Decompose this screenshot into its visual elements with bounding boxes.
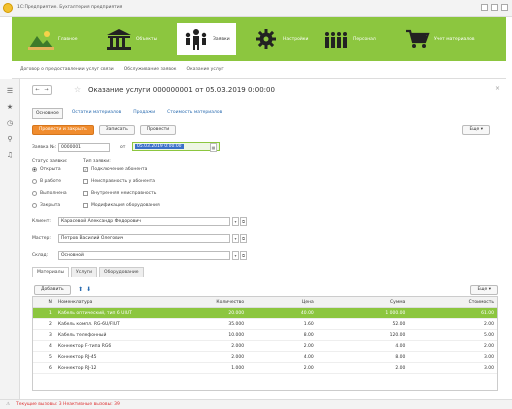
favorites-star-icon[interactable]: ★ xyxy=(6,103,14,111)
document-form: ← → ☆ Оказание услуги 000000001 от 05.03… xyxy=(24,79,506,399)
page-title: Оказание услуги 000000001 от 05.03.2019 … xyxy=(88,86,275,94)
master-field[interactable]: Петров Василий Олегович xyxy=(58,234,230,243)
client-dropdown-icon[interactable]: ▾ xyxy=(232,217,239,226)
team-icon xyxy=(323,28,349,50)
app-logo-icon xyxy=(3,3,13,13)
tab-services[interactable]: Услуги xyxy=(71,267,98,277)
master-label: Мастер: xyxy=(32,236,51,241)
move-down-icon[interactable]: ⬇ xyxy=(86,286,91,293)
table-header: N Номенклатура Количество Цена Сумма Сто… xyxy=(33,297,497,308)
section-link-cost[interactable]: Стоимость материалов xyxy=(164,108,225,119)
column-header[interactable]: Цена xyxy=(247,297,317,307)
column-header[interactable]: N xyxy=(33,297,55,307)
type-checkbox-upgrade[interactable]: Модификация оборудования xyxy=(83,203,160,208)
column-header[interactable]: Стоимость xyxy=(408,297,497,307)
post-and-close-button[interactable]: Провести и закрыть xyxy=(32,125,94,135)
breadcrumb-item[interactable]: Договор о предоставлении услуг связи xyxy=(20,67,114,72)
ribbon-item-requests[interactable]: Заявки xyxy=(177,23,236,55)
client-open-icon[interactable]: ⧉ xyxy=(240,217,247,226)
breadcrumb-item[interactable]: Оказание услуг xyxy=(186,67,223,72)
more-button[interactable]: Еще ▾ xyxy=(462,125,490,135)
status-text[interactable]: Текущие вызовы: 3 Неактивные вызовы: 39 xyxy=(16,402,120,407)
table-row[interactable]: 6 Коннектор RJ-12 1.000 2.00 2.00 3.00 xyxy=(33,363,497,374)
date-label: от xyxy=(120,145,126,150)
ribbon-item-objects[interactable]: Объекты xyxy=(100,23,163,55)
nav-arrows: ← → xyxy=(32,85,52,95)
forward-arrow-icon[interactable]: → xyxy=(44,87,48,93)
type-checkbox-connect[interactable]: ✓ Подключение абонента xyxy=(83,167,147,172)
column-header[interactable]: Номенклатура xyxy=(55,297,153,307)
building-icon xyxy=(106,28,132,50)
landscape-icon xyxy=(28,28,54,50)
ribbon-item-main[interactable]: Главное xyxy=(22,23,84,55)
section-link-stock[interactable]: Остатки материалов xyxy=(69,108,124,119)
move-up-icon[interactable]: ⬆ xyxy=(78,286,83,293)
date-field[interactable]: 05.03.2019 0:00:00 xyxy=(132,142,220,151)
status-radio-closed[interactable]: Закрыта xyxy=(32,203,60,208)
window-title: 1С:Предприятие. Бухгалтерия предприятия xyxy=(17,5,123,10)
type-checkbox-internal-fault[interactable]: Внутренняя неисправность xyxy=(83,191,156,196)
breadcrumb-item[interactable]: Обслуживание заявок xyxy=(124,67,177,72)
number-field[interactable]: 0000001 xyxy=(58,143,110,152)
post-button[interactable]: Провести xyxy=(139,125,177,135)
status-radio-inwork[interactable]: В работе xyxy=(32,179,61,184)
column-header[interactable]: Количество xyxy=(153,297,248,307)
column-header[interactable]: Сумма xyxy=(317,297,409,307)
warning-icon[interactable]: ⚠ xyxy=(6,402,10,407)
window-controls xyxy=(481,4,508,11)
section-link-main[interactable]: Основное xyxy=(32,108,63,119)
section-ribbon: Главное Объекты Заявки Настройки Персона… xyxy=(12,17,506,61)
client-field[interactable]: Карасевой Александр Федорович xyxy=(58,217,230,226)
tab-equipment[interactable]: Оборудование xyxy=(99,267,144,277)
bell-icon[interactable]: ♫ xyxy=(6,151,14,159)
warehouse-open-icon[interactable]: ⧉ xyxy=(240,251,247,260)
people-icon xyxy=(183,28,209,50)
left-toolbar: ☰ ★ ◷ ⚲ ♫ xyxy=(0,79,20,399)
close-icon[interactable] xyxy=(501,4,508,11)
form-close-icon[interactable]: × xyxy=(495,85,500,92)
table-row[interactable]: 1 Кабель оптический, тип 6 UIUT 20.000 40.0… xyxy=(33,308,497,319)
status-radio-done[interactable]: Выполнена xyxy=(32,191,67,196)
cart-icon xyxy=(404,28,430,50)
status-label: Статус заявки: xyxy=(32,159,68,164)
favorite-star-icon[interactable]: ☆ xyxy=(74,85,81,94)
add-row-button[interactable]: Добавить xyxy=(34,285,71,295)
warehouse-field[interactable]: Основной xyxy=(58,251,230,260)
table-row[interactable]: 4 Коннектор F-типа RG6 2.000 2.00 4.00 2.00 xyxy=(33,341,497,352)
gear-icon xyxy=(253,28,279,50)
menu-icon[interactable]: ☰ xyxy=(6,87,14,95)
history-icon[interactable]: ◷ xyxy=(6,119,14,127)
tab-materials[interactable]: Материалы xyxy=(32,267,69,277)
ribbon-item-settings[interactable]: Настройки xyxy=(247,23,314,55)
back-arrow-icon[interactable]: ← xyxy=(35,87,39,93)
ribbon-item-staff[interactable]: Персонал xyxy=(317,23,382,55)
type-checkbox-client-fault[interactable]: Неисправность у абонента xyxy=(83,179,155,184)
minimize-icon[interactable] xyxy=(481,4,488,11)
client-label: Клиент: xyxy=(32,219,51,224)
section-link-sales[interactable]: Продажи xyxy=(130,108,158,119)
form-toolbar: Провести и закрыть Записать Провести xyxy=(32,125,177,135)
materials-table: N Номенклатура Количество Цена Сумма Сто… xyxy=(32,296,498,391)
table-row[interactable]: 2 Кабель компл. RG-6U/FIUT 35.000 1.60 52.00… xyxy=(33,319,497,330)
calendar-icon[interactable]: ▦ xyxy=(210,143,217,152)
ribbon-item-materials[interactable]: Учет материалов xyxy=(398,23,481,55)
master-open-icon[interactable]: ⧉ xyxy=(240,234,247,243)
table-more-button[interactable]: Еще ▾ xyxy=(470,285,498,295)
table-row[interactable]: 5 Коннектор RJ-45 2.000 4.00 8.00 3.00 xyxy=(33,352,497,363)
status-bar: ⚠ Текущие вызовы: 3 Неактивные вызовы: 3… xyxy=(0,399,512,409)
type-label: Тип заявки: xyxy=(83,159,111,164)
maximize-icon[interactable] xyxy=(491,4,498,11)
table-row[interactable]: 3 Кабель телефонный 10.000 8.00 120.00 5.00 xyxy=(33,330,497,341)
write-button[interactable]: Записать xyxy=(98,125,135,135)
window-titlebar: 1С:Предприятие. Бухгалтерия предприятия xyxy=(0,0,512,17)
warehouse-label: Склад: xyxy=(32,253,49,258)
warehouse-dropdown-icon[interactable]: ▾ xyxy=(232,251,239,260)
status-radio-open[interactable]: Открыта xyxy=(32,167,61,172)
number-label: Заявка №: xyxy=(32,145,57,150)
breadcrumb: Договор о предоставлении услуг связи Обс… xyxy=(12,61,506,79)
search-icon[interactable]: ⚲ xyxy=(6,135,14,143)
form-sections: Основное Остатки материалов Продажи Стои… xyxy=(32,108,225,119)
tab-bar: Материалы Услуги Оборудование xyxy=(32,267,144,277)
master-dropdown-icon[interactable]: ▾ xyxy=(232,234,239,243)
